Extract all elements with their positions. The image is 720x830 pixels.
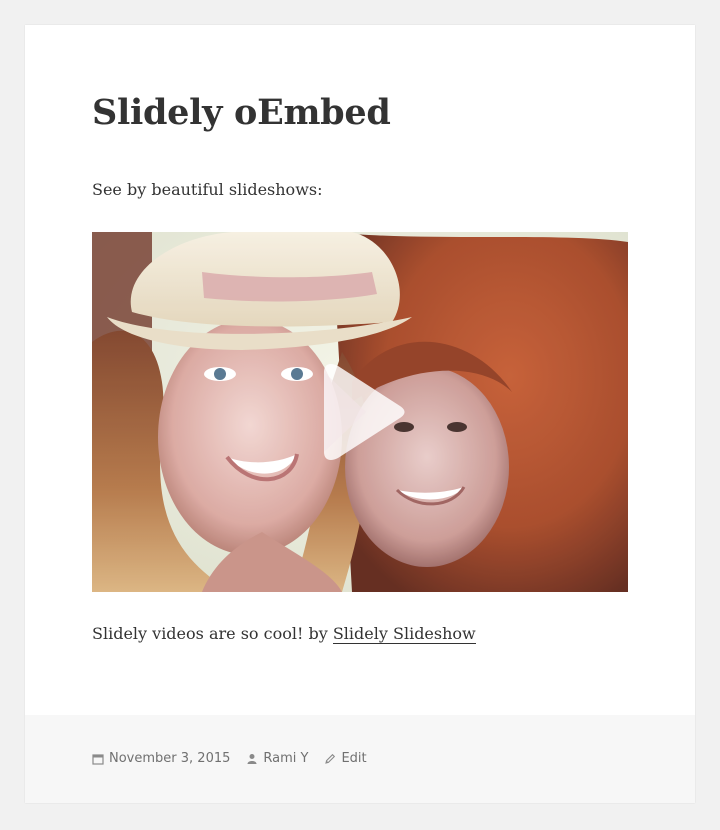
person-icon: [247, 754, 257, 764]
post-card: Slidely oEmbed See by beautiful slidesho…: [25, 25, 695, 803]
edit-link[interactable]: Edit: [341, 749, 366, 769]
posted-on: November 3, 2015: [92, 749, 230, 769]
intro-paragraph: See by beautiful slideshows:: [92, 180, 323, 199]
calendar-icon: [92, 754, 104, 765]
author-link[interactable]: Rami Y: [263, 749, 308, 769]
slideshow-link[interactable]: Slidely Slideshow: [332, 624, 476, 644]
post-date-link[interactable]: November 3, 2015: [109, 749, 230, 769]
edit-link-wrap: Edit: [324, 749, 367, 769]
post-title: Slidely oEmbed: [92, 92, 391, 133]
pencil-icon: [325, 753, 336, 764]
post-meta: November 3, 2015 Rami Y Edit: [92, 749, 383, 769]
caption-paragraph: Slidely videos are so cool! by Slidely S…: [92, 622, 476, 646]
caption-text: Slidely videos are so cool! by: [92, 624, 333, 643]
entry-footer: November 3, 2015 Rami Y Edit: [25, 715, 695, 803]
byline: Rami Y: [246, 749, 308, 769]
play-icon[interactable]: [316, 362, 406, 462]
slideshow-embed[interactable]: [92, 232, 628, 592]
